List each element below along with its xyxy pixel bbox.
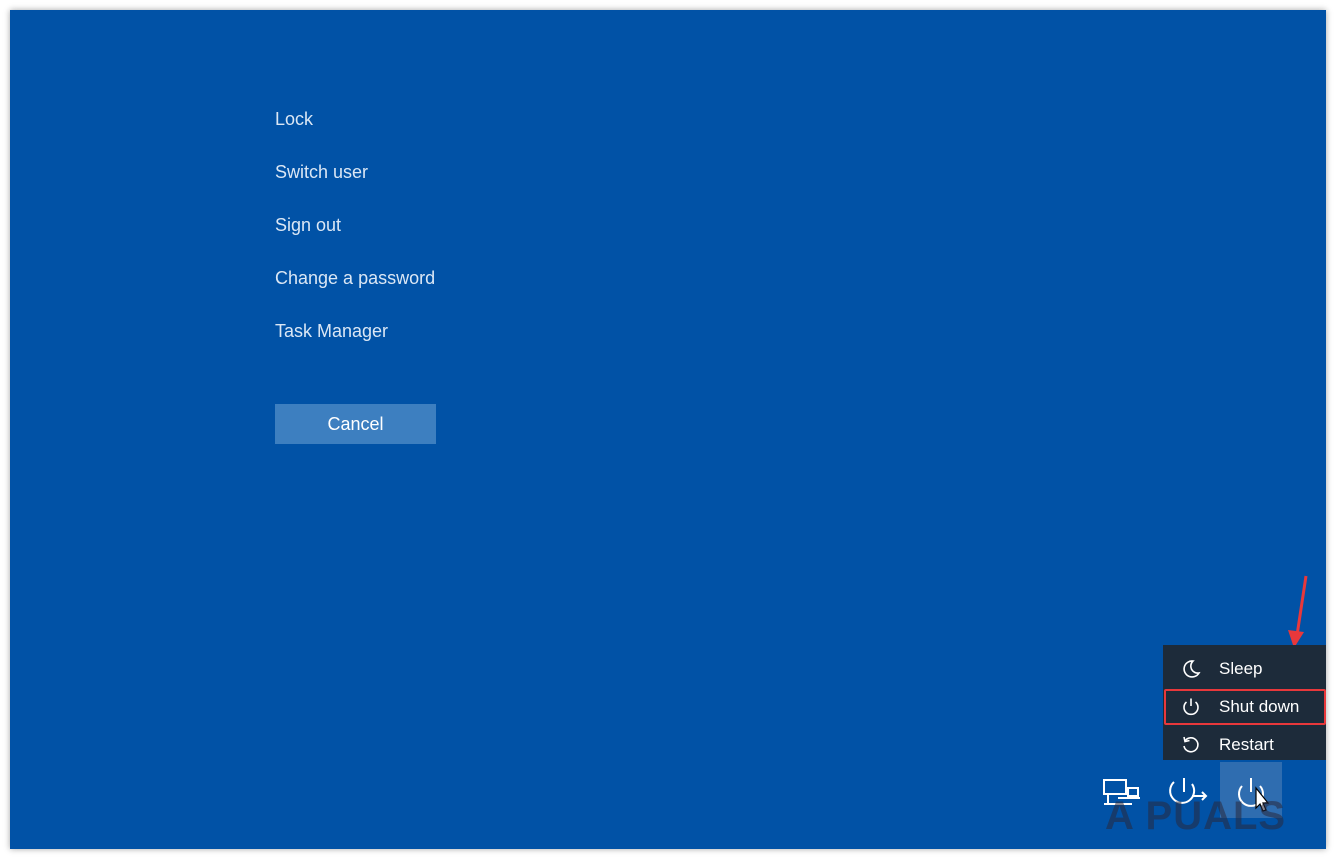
security-screen: Lock Switch user Sign out Change a passw…	[10, 10, 1326, 849]
restart-label: Restart	[1219, 735, 1274, 754]
annotation-arrow-icon	[1288, 575, 1308, 648]
appuals-watermark: A PUALS	[1105, 794, 1287, 838]
lock-option[interactable]: Lock	[275, 106, 435, 159]
sign-out-option[interactable]: Sign out	[275, 212, 435, 265]
change-password-option[interactable]: Change a password	[275, 265, 435, 318]
sleep-label: Sleep	[1219, 659, 1263, 678]
moon-icon	[1163, 658, 1219, 680]
sleep-menu-item[interactable]: Sleep	[1163, 650, 1326, 688]
shut-down-highlight	[1164, 689, 1326, 725]
cancel-button[interactable]: Cancel	[275, 404, 436, 444]
security-options-list: Lock Switch user Sign out Change a passw…	[275, 106, 435, 371]
restart-icon	[1163, 734, 1219, 756]
restart-menu-item[interactable]: Restart	[1163, 726, 1326, 764]
switch-user-option[interactable]: Switch user	[275, 159, 435, 212]
task-manager-option[interactable]: Task Manager	[275, 318, 435, 371]
